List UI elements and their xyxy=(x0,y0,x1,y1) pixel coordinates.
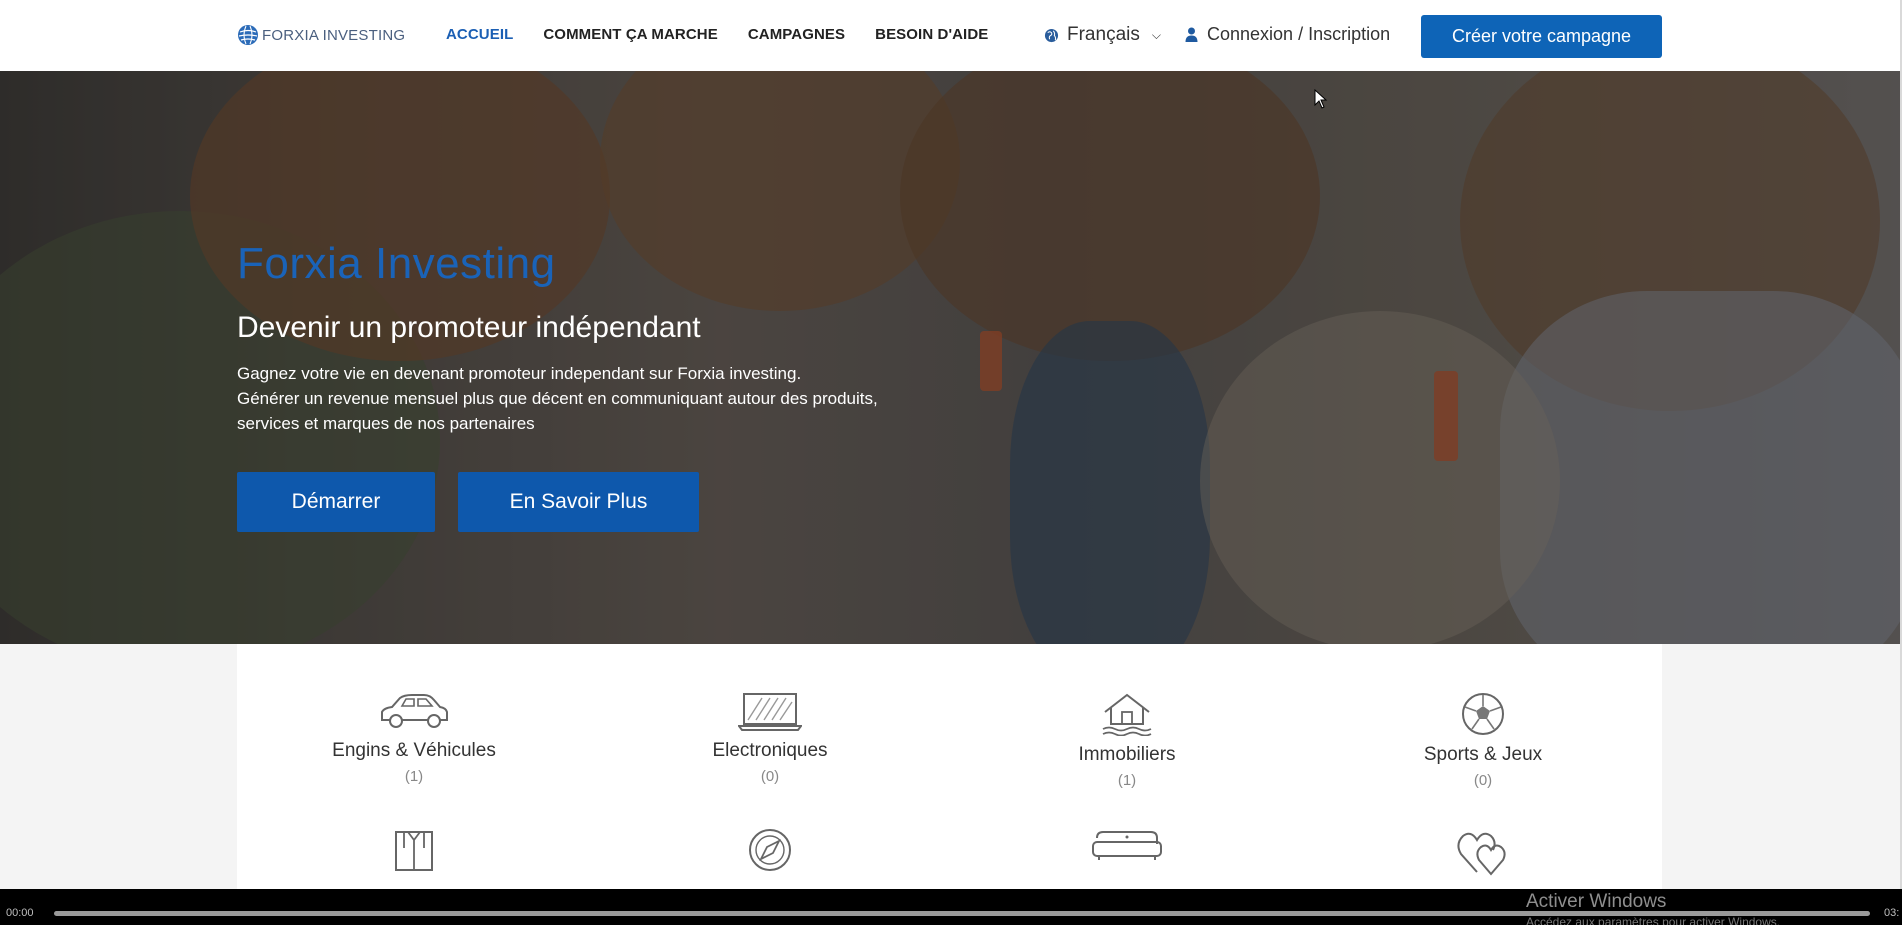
category-count: (0) xyxy=(1473,772,1493,789)
category-count: (1) xyxy=(404,768,424,785)
hero-description-line: Gagnez votre vie en devenant promoteur i… xyxy=(237,364,802,383)
soccer-ball-icon xyxy=(1462,693,1504,735)
laptop-icon xyxy=(738,693,802,731)
globe-icon xyxy=(1044,28,1059,42)
start-button[interactable]: Démarrer xyxy=(237,472,435,532)
page: FORXIA INVESTING ACCUEIL COMMENT ÇA MARC… xyxy=(0,0,1902,925)
globe-logo-icon xyxy=(238,25,258,45)
hero-description-line: Générer un revenue mensuel plus que déce… xyxy=(237,389,878,408)
nav-campagnes[interactable]: CAMPAGNES xyxy=(748,26,845,43)
category-item[interactable] xyxy=(1333,828,1633,884)
category-electroniques[interactable]: Electroniques (0) xyxy=(620,692,920,785)
category-name: Sports & Jeux xyxy=(1423,744,1543,765)
house-icon xyxy=(1102,693,1152,736)
mouse-cursor-icon xyxy=(1314,89,1328,109)
category-count: (0) xyxy=(760,768,780,785)
elapsed-time: 00:00 xyxy=(6,907,34,919)
categories-panel: Engins & Véhicules (1) Electroniques (0)… xyxy=(237,644,1662,889)
logo-text: FORXIA INVESTING xyxy=(262,26,406,44)
nav-accueil[interactable]: ACCUEIL xyxy=(446,26,513,43)
hero-title: Forxia Investing xyxy=(237,239,556,288)
category-item[interactable] xyxy=(620,828,920,880)
hero-banner: Forxia Investing Devenir un promoteur in… xyxy=(0,71,1900,644)
total-time: 03: xyxy=(1884,907,1900,919)
login-link[interactable]: Connexion / Inscription xyxy=(1185,24,1390,45)
language-selector[interactable]: Français ⌵ xyxy=(1044,24,1161,46)
category-sports-jeux[interactable]: Sports & Jeux (0) xyxy=(1333,692,1633,789)
category-count: (1) xyxy=(1117,772,1137,789)
chevron-down-icon: ⌵ xyxy=(1151,27,1161,42)
category-engins-vehicules[interactable]: Engins & Véhicules (1) xyxy=(264,692,564,785)
create-campaign-button[interactable]: Créer votre campagne xyxy=(1421,15,1662,58)
windows-activation-subtext: Accédez aux paramètres pour activer Wind… xyxy=(1526,915,1781,925)
hero-overlay xyxy=(0,71,1900,644)
hero-description: Gagnez votre vie en devenant promoteur i… xyxy=(237,361,957,436)
nav-comment-ca-marche[interactable]: COMMENT ÇA MARCHE xyxy=(543,26,717,43)
category-item[interactable] xyxy=(977,828,1277,870)
category-immobiliers[interactable]: Immobiliers (1) xyxy=(977,692,1277,789)
main-nav: ACCUEIL COMMENT ÇA MARCHE CAMPAGNES BESO… xyxy=(446,26,988,43)
hero-subtitle: Devenir un promoteur indépendant xyxy=(237,311,701,344)
hearts-icon xyxy=(1457,832,1506,876)
user-icon xyxy=(1185,27,1198,42)
logo[interactable]: FORXIA INVESTING xyxy=(237,24,405,46)
windows-activation-watermark: Activer Windows xyxy=(1526,891,1667,912)
learn-more-button[interactable]: En Savoir Plus xyxy=(458,472,699,532)
sofa-icon xyxy=(1092,831,1162,860)
compass-icon xyxy=(749,829,791,871)
login-label: Connexion / Inscription xyxy=(1207,24,1391,44)
category-name: Immobiliers xyxy=(1078,744,1176,765)
category-item[interactable] xyxy=(264,828,564,880)
nav-besoin-aide[interactable]: BESOIN D'AIDE xyxy=(875,26,988,43)
top-navbar: FORXIA INVESTING ACCUEIL COMMENT ÇA MARC… xyxy=(0,0,1902,71)
category-name: Engins & Véhicules xyxy=(332,740,496,761)
shirt-icon xyxy=(395,831,433,871)
hero-description-line: services et marques de nos partenaires xyxy=(237,414,535,433)
category-name: Electroniques xyxy=(712,740,828,761)
car-icon xyxy=(381,694,448,728)
language-label: Français xyxy=(1067,24,1140,45)
